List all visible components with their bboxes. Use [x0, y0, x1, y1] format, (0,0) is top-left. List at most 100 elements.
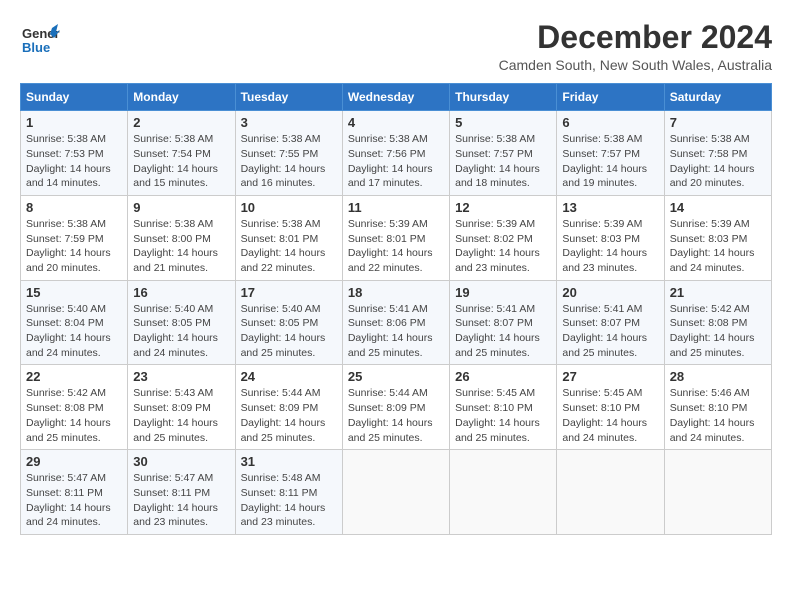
day-number: 16 [133, 285, 229, 300]
day-number: 24 [241, 369, 337, 384]
sunrise-label: Sunrise: 5:41 AM [562, 303, 642, 315]
day-info: Sunrise: 5:38 AM Sunset: 8:01 PM Dayligh… [241, 217, 337, 276]
sunrise-label: Sunrise: 5:38 AM [455, 133, 535, 145]
sunrise-label: Sunrise: 5:38 AM [133, 218, 213, 230]
calendar-cell: 31 Sunrise: 5:48 AM Sunset: 8:11 PM Dayl… [235, 450, 342, 535]
daylight-label: Daylight: 14 hours and 24 minutes. [562, 417, 647, 444]
month-title: December 2024 [499, 20, 772, 55]
daylight-label: Daylight: 14 hours and 20 minutes. [670, 163, 755, 190]
weekday-header-wednesday: Wednesday [342, 84, 449, 111]
day-info: Sunrise: 5:48 AM Sunset: 8:11 PM Dayligh… [241, 471, 337, 530]
sunrise-label: Sunrise: 5:40 AM [26, 303, 106, 315]
sunset-label: Sunset: 8:01 PM [348, 233, 426, 245]
sunrise-label: Sunrise: 5:39 AM [670, 218, 750, 230]
sunrise-label: Sunrise: 5:38 AM [26, 218, 106, 230]
day-number: 30 [133, 454, 229, 469]
daylight-label: Daylight: 14 hours and 25 minutes. [562, 332, 647, 359]
calendar-cell: 19 Sunrise: 5:41 AM Sunset: 8:07 PM Dayl… [450, 280, 557, 365]
calendar-cell: 5 Sunrise: 5:38 AM Sunset: 7:57 PM Dayli… [450, 111, 557, 196]
sunset-label: Sunset: 7:57 PM [562, 148, 640, 160]
weekday-header-tuesday: Tuesday [235, 84, 342, 111]
day-number: 13 [562, 200, 658, 215]
sunset-label: Sunset: 7:53 PM [26, 148, 104, 160]
sunset-label: Sunset: 8:09 PM [133, 402, 211, 414]
sunset-label: Sunset: 8:03 PM [670, 233, 748, 245]
daylight-label: Daylight: 14 hours and 24 minutes. [133, 332, 218, 359]
day-number: 8 [26, 200, 122, 215]
sunset-label: Sunset: 8:09 PM [241, 402, 319, 414]
day-number: 11 [348, 200, 444, 215]
sunset-label: Sunset: 8:05 PM [133, 317, 211, 329]
daylight-label: Daylight: 14 hours and 24 minutes. [670, 247, 755, 274]
sunset-label: Sunset: 8:07 PM [562, 317, 640, 329]
sunrise-label: Sunrise: 5:42 AM [26, 387, 106, 399]
day-info: Sunrise: 5:42 AM Sunset: 8:08 PM Dayligh… [26, 386, 122, 445]
day-info: Sunrise: 5:40 AM Sunset: 8:05 PM Dayligh… [241, 302, 337, 361]
day-number: 15 [26, 285, 122, 300]
calendar-cell: 18 Sunrise: 5:41 AM Sunset: 8:06 PM Dayl… [342, 280, 449, 365]
day-info: Sunrise: 5:44 AM Sunset: 8:09 PM Dayligh… [348, 386, 444, 445]
sunrise-label: Sunrise: 5:46 AM [670, 387, 750, 399]
daylight-label: Daylight: 14 hours and 18 minutes. [455, 163, 540, 190]
calendar-cell [557, 450, 664, 535]
calendar-cell: 12 Sunrise: 5:39 AM Sunset: 8:02 PM Dayl… [450, 195, 557, 280]
daylight-label: Daylight: 14 hours and 23 minutes. [133, 502, 218, 529]
day-number: 4 [348, 115, 444, 130]
day-number: 18 [348, 285, 444, 300]
sunset-label: Sunset: 8:05 PM [241, 317, 319, 329]
day-info: Sunrise: 5:39 AM Sunset: 8:02 PM Dayligh… [455, 217, 551, 276]
day-info: Sunrise: 5:46 AM Sunset: 8:10 PM Dayligh… [670, 386, 766, 445]
day-info: Sunrise: 5:42 AM Sunset: 8:08 PM Dayligh… [670, 302, 766, 361]
calendar-cell: 22 Sunrise: 5:42 AM Sunset: 8:08 PM Dayl… [21, 365, 128, 450]
sunrise-label: Sunrise: 5:38 AM [670, 133, 750, 145]
sunset-label: Sunset: 8:07 PM [455, 317, 533, 329]
sunrise-label: Sunrise: 5:45 AM [562, 387, 642, 399]
day-number: 14 [670, 200, 766, 215]
day-number: 1 [26, 115, 122, 130]
sunrise-label: Sunrise: 5:38 AM [562, 133, 642, 145]
calendar-cell: 29 Sunrise: 5:47 AM Sunset: 8:11 PM Dayl… [21, 450, 128, 535]
day-info: Sunrise: 5:41 AM Sunset: 8:07 PM Dayligh… [562, 302, 658, 361]
daylight-label: Daylight: 14 hours and 20 minutes. [26, 247, 111, 274]
weekday-header-friday: Friday [557, 84, 664, 111]
sunset-label: Sunset: 7:55 PM [241, 148, 319, 160]
day-number: 9 [133, 200, 229, 215]
calendar-cell: 23 Sunrise: 5:43 AM Sunset: 8:09 PM Dayl… [128, 365, 235, 450]
calendar-cell: 21 Sunrise: 5:42 AM Sunset: 8:08 PM Dayl… [664, 280, 771, 365]
daylight-label: Daylight: 14 hours and 25 minutes. [348, 417, 433, 444]
daylight-label: Daylight: 14 hours and 15 minutes. [133, 163, 218, 190]
day-number: 17 [241, 285, 337, 300]
calendar-cell: 2 Sunrise: 5:38 AM Sunset: 7:54 PM Dayli… [128, 111, 235, 196]
daylight-label: Daylight: 14 hours and 14 minutes. [26, 163, 111, 190]
sunrise-label: Sunrise: 5:43 AM [133, 387, 213, 399]
day-number: 29 [26, 454, 122, 469]
daylight-label: Daylight: 14 hours and 23 minutes. [241, 502, 326, 529]
day-info: Sunrise: 5:45 AM Sunset: 8:10 PM Dayligh… [562, 386, 658, 445]
day-info: Sunrise: 5:38 AM Sunset: 7:59 PM Dayligh… [26, 217, 122, 276]
calendar-cell: 15 Sunrise: 5:40 AM Sunset: 8:04 PM Dayl… [21, 280, 128, 365]
sunrise-label: Sunrise: 5:44 AM [348, 387, 428, 399]
day-info: Sunrise: 5:38 AM Sunset: 7:54 PM Dayligh… [133, 132, 229, 191]
day-number: 22 [26, 369, 122, 384]
day-info: Sunrise: 5:38 AM Sunset: 7:58 PM Dayligh… [670, 132, 766, 191]
sunrise-label: Sunrise: 5:38 AM [241, 218, 321, 230]
sunset-label: Sunset: 7:59 PM [26, 233, 104, 245]
day-number: 12 [455, 200, 551, 215]
sunset-label: Sunset: 8:06 PM [348, 317, 426, 329]
calendar-cell: 6 Sunrise: 5:38 AM Sunset: 7:57 PM Dayli… [557, 111, 664, 196]
calendar-cell: 1 Sunrise: 5:38 AM Sunset: 7:53 PM Dayli… [21, 111, 128, 196]
day-info: Sunrise: 5:45 AM Sunset: 8:10 PM Dayligh… [455, 386, 551, 445]
day-info: Sunrise: 5:41 AM Sunset: 8:06 PM Dayligh… [348, 302, 444, 361]
location-title: Camden South, New South Wales, Australia [499, 57, 772, 73]
sunrise-label: Sunrise: 5:39 AM [562, 218, 642, 230]
calendar-cell: 28 Sunrise: 5:46 AM Sunset: 8:10 PM Dayl… [664, 365, 771, 450]
sunrise-label: Sunrise: 5:41 AM [455, 303, 535, 315]
calendar-cell [342, 450, 449, 535]
daylight-label: Daylight: 14 hours and 24 minutes. [26, 332, 111, 359]
day-info: Sunrise: 5:44 AM Sunset: 8:09 PM Dayligh… [241, 386, 337, 445]
sunrise-label: Sunrise: 5:38 AM [133, 133, 213, 145]
daylight-label: Daylight: 14 hours and 23 minutes. [562, 247, 647, 274]
day-number: 25 [348, 369, 444, 384]
day-number: 10 [241, 200, 337, 215]
day-number: 21 [670, 285, 766, 300]
